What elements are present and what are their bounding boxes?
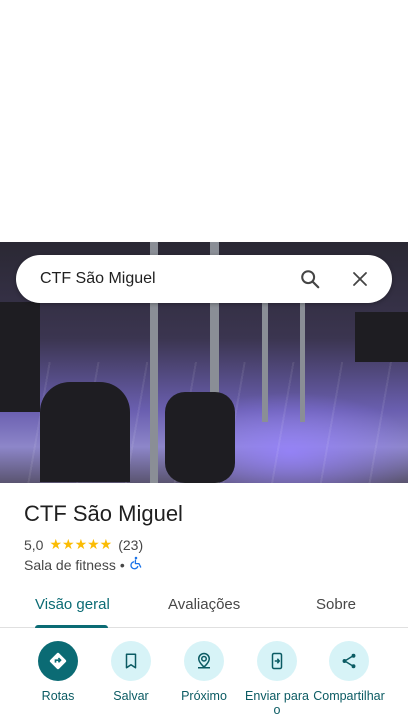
send-to-phone-label: Enviar para o (245, 689, 309, 717)
review-count: (23) (118, 536, 144, 553)
place-sheet: CTF São Miguel 5,0 ★★★★★ (23) Sala de fi… (0, 483, 408, 726)
star-rating: ★★★★★ (49, 536, 113, 552)
share-icon (329, 641, 369, 681)
share-label: Compartilhar (313, 689, 385, 703)
photo-bike (165, 392, 235, 483)
directions-icon (38, 641, 78, 681)
place-category: Sala de fitness (24, 556, 116, 573)
send-to-phone-button[interactable]: Enviar para o (240, 641, 314, 717)
save-button[interactable]: Salvar (94, 641, 168, 703)
close-icon[interactable] (342, 261, 378, 297)
tab-about[interactable]: Sobre (316, 596, 356, 613)
photo-pole (262, 282, 268, 422)
search-input[interactable]: CTF São Miguel (40, 270, 292, 288)
search-bar[interactable]: CTF São Miguel (16, 255, 392, 303)
tab-overview[interactable]: Visão geral (35, 596, 110, 613)
wheelchair-icon (129, 556, 143, 573)
search-icon[interactable] (292, 261, 328, 297)
bookmark-icon (111, 641, 151, 681)
map-area (0, 0, 408, 242)
tab-bar: Visão geral Avaliações Sobre (0, 586, 408, 628)
place-title: CTF São Miguel (24, 501, 183, 526)
separator: • (119, 556, 125, 573)
tab-indicator (35, 625, 108, 628)
photo-bench (355, 312, 408, 362)
nearby-label: Próximo (181, 689, 227, 703)
photo-bike (40, 382, 130, 482)
share-button[interactable]: Compartilhar (312, 641, 386, 703)
tab-reviews[interactable]: Avaliações (168, 596, 240, 613)
photo-machine (0, 302, 40, 412)
directions-button[interactable]: Rotas (21, 641, 95, 703)
send-to-phone-icon (257, 641, 297, 681)
save-label: Salvar (113, 689, 149, 703)
category-row: Sala de fitness • (24, 556, 143, 573)
rating-value: 5,0 (24, 536, 44, 553)
rating-row[interactable]: 5,0 ★★★★★ (23) (24, 536, 143, 553)
nearby-icon (184, 641, 224, 681)
action-bar: Rotas Salvar Próximo Enviar para o Compa (0, 641, 408, 726)
directions-label: Rotas (41, 689, 75, 703)
nearby-button[interactable]: Próximo (167, 641, 241, 703)
